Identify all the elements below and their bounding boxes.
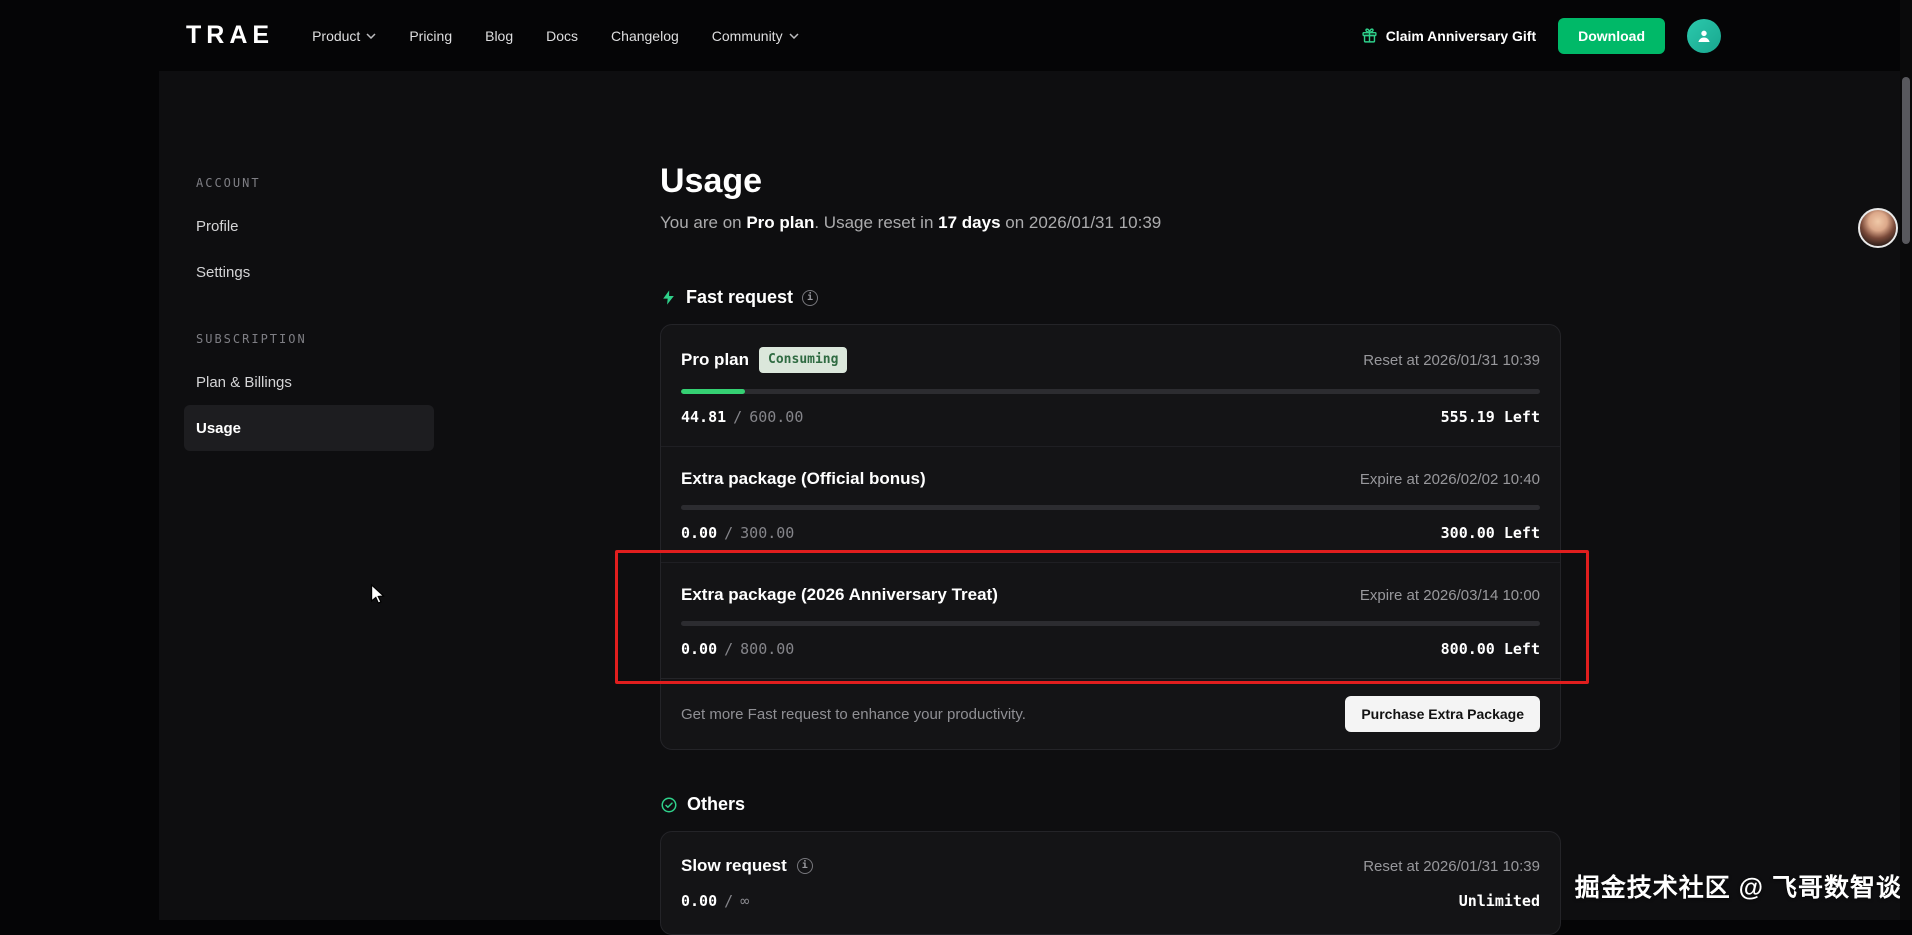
- fast-request-card-footer: Get more Fast request to enhance your pr…: [661, 678, 1560, 749]
- sidebar-item-plan-billings[interactable]: Plan & Billings: [184, 359, 434, 405]
- remaining-amount: 555.19 Left: [1441, 408, 1540, 426]
- package-expire-text: Expire at 2026/03/14 10:00: [1360, 587, 1540, 604]
- user-avatar[interactable]: [1687, 19, 1721, 53]
- top-navbar: TRAE Product Pricing Blog Docs Changelog…: [0, 0, 1912, 71]
- nav-item-community[interactable]: Community: [712, 28, 799, 44]
- package-name: Extra package (Official bonus): [681, 469, 926, 489]
- fast-request-title: Fast request: [686, 287, 793, 308]
- nav-item-label: Changelog: [611, 28, 679, 44]
- check-circle-icon: [660, 796, 678, 814]
- remaining-amount: 800.00 Left: [1441, 640, 1540, 658]
- trae-logo[interactable]: TRAE: [186, 21, 274, 50]
- usage-fraction: 44.81/600.00: [681, 408, 803, 426]
- nav-item-product[interactable]: Product: [312, 28, 376, 44]
- nav-item-pricing[interactable]: Pricing: [409, 28, 452, 44]
- info-icon[interactable]: i: [802, 290, 818, 306]
- progress-bar: [681, 505, 1540, 510]
- progress-bar: [681, 621, 1540, 626]
- progress-fill: [681, 389, 745, 394]
- slow-request-reset-text: Reset at 2026/01/31 10:39: [1363, 858, 1540, 875]
- usage-fraction: 0.00/∞: [681, 892, 749, 910]
- page-title: Usage: [660, 162, 1561, 201]
- floating-avatar[interactable]: [1858, 208, 1898, 248]
- sidebar-item-settings[interactable]: Settings: [184, 249, 434, 295]
- account-sidebar: ACCOUNT Profile Settings SUBSCRIPTION Pl…: [184, 163, 434, 451]
- scrollbar[interactable]: [1900, 0, 1912, 920]
- usage-fraction: 0.00/300.00: [681, 524, 794, 542]
- nav-item-label: Pricing: [409, 28, 452, 44]
- package-name: Extra package (2026 Anniversary Treat): [681, 585, 998, 605]
- nav-item-label: Docs: [546, 28, 578, 44]
- package-pro-plan: Pro plan Consuming Reset at 2026/01/31 1…: [661, 325, 1560, 446]
- others-card: Slow request i Reset at 2026/01/31 10:39…: [660, 831, 1561, 935]
- person-icon: [1695, 27, 1713, 45]
- package-official-bonus: Extra package (Official bonus) Expire at…: [661, 446, 1560, 562]
- package-name: Pro plan: [681, 350, 749, 370]
- subtitle-pre: You are on: [660, 213, 746, 232]
- purchase-extra-package-button[interactable]: Purchase Extra Package: [1345, 696, 1540, 732]
- subtitle-post: on 2026/01/31 10:39: [1001, 213, 1162, 232]
- package-reset-text: Reset at 2026/01/31 10:39: [1363, 352, 1540, 369]
- chevron-down-icon: [366, 33, 376, 39]
- sidebar-section-account: ACCOUNT: [184, 163, 434, 203]
- consuming-badge: Consuming: [759, 347, 847, 373]
- package-expire-text: Expire at 2026/02/02 10:40: [1360, 471, 1540, 488]
- nav-item-label: Product: [312, 28, 360, 44]
- unlimited-label: Unlimited: [1459, 892, 1540, 910]
- nav-item-blog[interactable]: Blog: [485, 28, 513, 44]
- subtitle-mid: . Usage reset in: [814, 213, 938, 232]
- remaining-amount: 300.00 Left: [1441, 524, 1540, 542]
- plan-name: Pro plan: [746, 213, 814, 232]
- fast-request-card: Pro plan Consuming Reset at 2026/01/31 1…: [660, 324, 1561, 750]
- claim-gift-label: Claim Anniversary Gift: [1386, 28, 1536, 44]
- plan-summary-text: You are on Pro plan. Usage reset in 17 d…: [660, 213, 1561, 233]
- package-anniversary-treat: Extra package (2026 Anniversary Treat) E…: [661, 562, 1560, 678]
- nav-item-label: Community: [712, 28, 783, 44]
- purchase-hint-text: Get more Fast request to enhance your pr…: [681, 706, 1026, 723]
- watermark-text: 掘金技术社区 @ 飞哥数智谈: [1575, 868, 1902, 904]
- scrollbar-thumb[interactable]: [1902, 77, 1910, 244]
- nav-item-docs[interactable]: Docs: [546, 28, 578, 44]
- sidebar-item-usage[interactable]: Usage: [184, 405, 434, 451]
- lightning-bolt-icon: [660, 289, 677, 306]
- nav-item-label: Blog: [485, 28, 513, 44]
- sidebar-spacer: [184, 295, 434, 319]
- nav-links: Product Pricing Blog Docs Changelog Comm…: [312, 28, 799, 44]
- sidebar-section-subscription: SUBSCRIPTION: [184, 319, 434, 359]
- usage-main-content: Usage You are on Pro plan. Usage reset i…: [660, 162, 1561, 935]
- chevron-down-icon: [789, 33, 799, 39]
- others-title: Others: [687, 794, 745, 815]
- others-section-header: Others: [660, 794, 1561, 815]
- slow-request-name: Slow request: [681, 856, 787, 876]
- claim-anniversary-gift-link[interactable]: Claim Anniversary Gift: [1361, 27, 1536, 44]
- navbar-right-cluster: Claim Anniversary Gift Download: [1361, 18, 1721, 54]
- nav-item-changelog[interactable]: Changelog: [611, 28, 679, 44]
- download-button[interactable]: Download: [1558, 18, 1665, 54]
- sidebar-item-profile[interactable]: Profile: [184, 203, 434, 249]
- fast-request-section-header: Fast request i: [660, 287, 1561, 308]
- slow-request-row: Slow request i Reset at 2026/01/31 10:39…: [661, 832, 1560, 934]
- info-icon[interactable]: i: [797, 858, 813, 874]
- gift-icon: [1361, 27, 1378, 44]
- reset-days: 17 days: [938, 213, 1000, 232]
- usage-fraction: 0.00/800.00: [681, 640, 794, 658]
- progress-bar: [681, 389, 1540, 394]
